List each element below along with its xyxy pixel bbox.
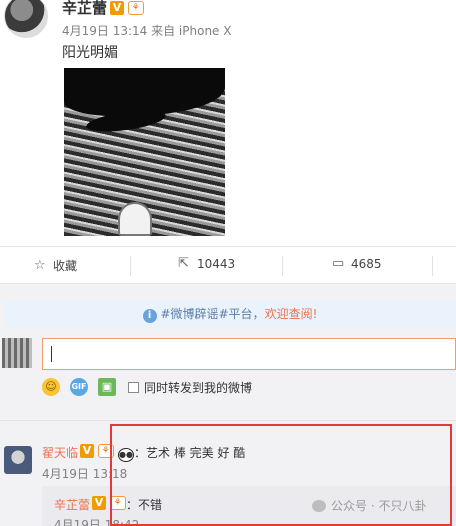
favorite-button[interactable]: ☆ 收藏 [34, 257, 77, 274]
post-text: 阳光明媚 [62, 45, 118, 61]
repost-option[interactable]: 同时转发到我的微博 [128, 379, 252, 396]
post-meta: 4月19日 13:14 来自 iPhone X [62, 24, 232, 38]
rumor-text: #微博辟谣#平台， [160, 307, 265, 321]
action-divider [432, 256, 433, 276]
watermark: 公众号 · 不只八卦 [312, 497, 426, 514]
input-caret [51, 346, 52, 362]
repost-checkbox[interactable] [128, 382, 139, 393]
favorite-label: 收藏 [53, 259, 78, 273]
vip-icon: ⚘ [127, 0, 144, 15]
reply-username[interactable]: 辛芷蕾 [54, 496, 90, 513]
comment-count: 4685 [351, 257, 382, 271]
verified-v-icon: V [80, 443, 94, 458]
image-icon[interactable]: ▣ [98, 378, 116, 396]
my-avatar [2, 338, 32, 368]
photo-shadow [64, 68, 225, 116]
action-divider [282, 256, 283, 276]
rumor-link[interactable]: 欢迎查阅! [265, 307, 318, 321]
gif-icon[interactable]: GIF [70, 378, 88, 396]
action-bar: ☆ 收藏 ⇱ 10443 ▭ 4685 [0, 246, 456, 284]
action-divider [130, 256, 131, 276]
repost-icon: ⇱ [178, 256, 189, 271]
star-icon: ☆ [34, 257, 46, 273]
divider [0, 420, 456, 421]
poster-username[interactable]: 辛芷蕾 [62, 0, 107, 18]
comment-input[interactable] [42, 338, 456, 370]
wechat-icon [312, 499, 326, 512]
commenter-username[interactable]: 翟天临 [42, 444, 78, 461]
repost-option-label: 同时转发到我的微博 [144, 381, 253, 395]
comment-icon: ▭ [332, 256, 345, 271]
info-icon: i [142, 309, 157, 323]
repost-button[interactable]: ⇱ 10443 [178, 256, 236, 272]
comment-button[interactable]: ▭ 4685 [332, 256, 382, 272]
emoji-icon[interactable]: ☺ [42, 378, 60, 396]
post-photo[interactable] [64, 68, 225, 236]
verified-v-icon: V [92, 495, 106, 510]
verified-v-icon: V [110, 0, 124, 15]
commenter-badges: V ⚘ [80, 443, 114, 458]
repost-count: 10443 [197, 257, 236, 271]
commenter-avatar[interactable] [4, 446, 32, 474]
poster-avatar[interactable] [4, 0, 48, 38]
watermark-text: 公众号 · 不只八卦 [331, 499, 427, 513]
poster-badges: V ⚘ [110, 0, 144, 15]
photo-shoe [118, 202, 152, 236]
rumor-bar: i #微博辟谣#平台，欢迎查阅! [4, 300, 456, 328]
